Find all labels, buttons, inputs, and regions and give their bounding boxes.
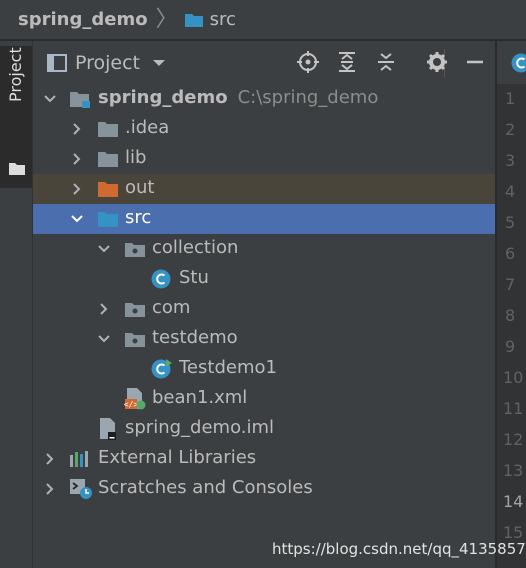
chevron-down-icon[interactable] — [70, 212, 84, 226]
tree-row-testdemo[interactable]: testdemo — [33, 324, 495, 354]
folder-icon — [98, 152, 118, 167]
source-folder-icon — [184, 13, 203, 27]
chevron-right-icon[interactable] — [97, 302, 111, 316]
folder-label: .idea — [125, 117, 170, 138]
root-project-name: spring_demo — [98, 87, 228, 108]
tree-row-lib[interactable]: lib — [33, 144, 495, 174]
expand-all-icon[interactable] — [336, 51, 358, 73]
tree-row-com[interactable]: com — [33, 294, 495, 324]
left-tool-strip: Project — [0, 41, 33, 568]
line-number: 9 — [505, 337, 516, 356]
tree-row-iml[interactable]: spring_demo.iml — [33, 414, 495, 444]
breadcrumb-separator-icon: 〉 — [155, 6, 178, 32]
package-icon — [125, 243, 145, 257]
project-view-icon — [47, 53, 67, 72]
tree-row-scratches[interactable]: Scratches and Consoles — [33, 474, 495, 504]
folder-icon — [9, 163, 25, 175]
tree-row-root[interactable]: spring_demo C:\spring_demo — [33, 84, 495, 114]
line-number: 13 — [503, 461, 524, 480]
scratches-icon — [70, 479, 92, 499]
tree-row-src[interactable]: src — [33, 204, 495, 234]
class-icon — [151, 269, 171, 289]
breadcrumb-project[interactable]: spring_demo — [18, 9, 148, 30]
chevron-down-icon[interactable] — [43, 92, 57, 106]
tree-row-out[interactable]: out — [33, 174, 495, 204]
line-number: 8 — [505, 306, 516, 325]
package-label: collection — [152, 237, 239, 258]
spring-xml-file-icon: </> — [124, 388, 146, 410]
editor-tab[interactable] — [497, 41, 526, 84]
tree-row-external-libraries[interactable]: External Libraries — [33, 444, 495, 474]
project-tree: spring_demo C:\spring_demo .idea lib out — [33, 84, 495, 568]
editor-gutter: 1 2 3 4 5 6 7 8 9 10 11 12 13 14 15 — [496, 41, 526, 568]
breadcrumb: spring_demo 〉 src — [0, 0, 526, 40]
project-panel-header: Project — [33, 41, 495, 84]
line-number: 10 — [503, 368, 524, 387]
source-folder-icon — [98, 212, 118, 227]
project-tool-tab-label: Project — [6, 47, 25, 102]
breadcrumb-folder[interactable]: src — [210, 9, 236, 30]
chevron-down-icon[interactable] — [97, 242, 111, 256]
line-number: 11 — [503, 399, 524, 418]
library-icon — [70, 451, 88, 467]
file-label: bean1.xml — [152, 387, 248, 408]
gear-icon[interactable] — [426, 51, 448, 73]
class-label: Testdemo1 — [179, 357, 277, 378]
line-number: 2 — [505, 120, 516, 139]
line-number: 7 — [505, 275, 516, 294]
folder-label: lib — [125, 147, 147, 168]
collapse-all-icon[interactable] — [375, 51, 397, 73]
folder-label: src — [125, 207, 152, 228]
package-icon — [125, 303, 145, 317]
external-libraries-label: External Libraries — [98, 447, 257, 468]
package-label: testdemo — [152, 327, 238, 348]
tree-row-stu[interactable]: Stu — [33, 264, 495, 294]
folder-icon — [98, 122, 118, 137]
chevron-right-icon[interactable] — [70, 152, 84, 166]
hide-panel-icon[interactable] — [465, 51, 485, 73]
line-number: 4 — [505, 182, 516, 201]
line-number: 14 — [503, 492, 524, 511]
chevron-right-icon[interactable] — [43, 482, 57, 496]
chevron-down-icon[interactable] — [97, 332, 111, 346]
line-number: 6 — [505, 244, 516, 263]
line-number: 5 — [505, 213, 516, 232]
watermark: https://blog.csdn.net/qq_41358574 — [272, 540, 526, 558]
class-icon — [511, 53, 526, 73]
tree-row-collection[interactable]: collection — [33, 234, 495, 264]
excluded-folder-icon — [98, 182, 118, 197]
line-number: 1 — [505, 89, 516, 108]
scratches-label: Scratches and Consoles — [98, 477, 313, 498]
runnable-class-icon — [151, 359, 172, 379]
folder-label: out — [125, 177, 155, 198]
line-number: 12 — [503, 430, 524, 449]
locate-icon[interactable] — [297, 51, 319, 73]
tree-row-testdemo1[interactable]: Testdemo1 — [33, 354, 495, 384]
svg-text:</>: </> — [124, 400, 138, 409]
chevron-right-icon[interactable] — [70, 182, 84, 196]
package-icon — [125, 333, 145, 347]
tree-row-bean1[interactable]: </> bean1.xml — [33, 384, 495, 414]
line-number: 3 — [505, 151, 516, 170]
chevron-right-icon[interactable] — [70, 122, 84, 136]
chevron-right-icon[interactable] — [43, 452, 57, 466]
class-label: Stu — [179, 267, 209, 288]
project-view-selector[interactable]: Project — [75, 52, 140, 74]
module-folder-icon — [70, 92, 90, 108]
chevron-down-icon[interactable] — [152, 58, 166, 68]
file-label: spring_demo.iml — [125, 417, 275, 438]
iml-file-icon — [100, 418, 116, 440]
project-tool-tab[interactable]: Project — [0, 46, 32, 188]
tree-row-idea[interactable]: .idea — [33, 114, 495, 144]
package-label: com — [152, 297, 191, 318]
root-project-path: C:\spring_demo — [237, 87, 379, 108]
